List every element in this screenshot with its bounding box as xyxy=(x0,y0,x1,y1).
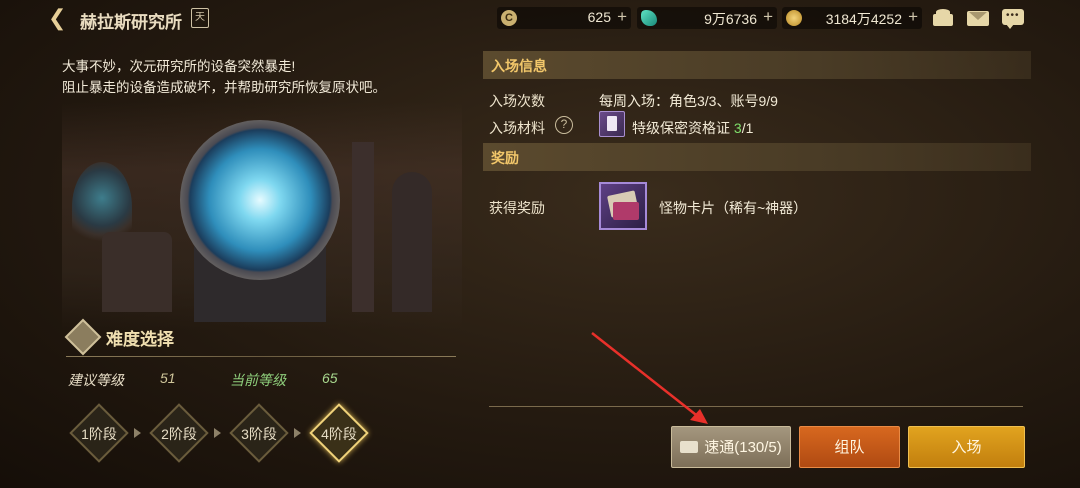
help-icon[interactable]: ? xyxy=(555,116,573,134)
material-need-count: /1 xyxy=(741,120,754,136)
add-coin-button[interactable]: + xyxy=(617,7,627,27)
currency-gem: 9万6736 + xyxy=(637,7,777,29)
stage-label: 1阶段 xyxy=(81,426,117,442)
team-button[interactable]: 组队 xyxy=(799,426,900,468)
reward-value: 怪物卡片（稀有~神器） xyxy=(659,200,808,216)
description-line-2: 阻止暴走的设备造成破坏，并帮助研究所恢复原状吧。 xyxy=(62,80,386,95)
ticket-icon xyxy=(680,441,699,453)
back-arrow-icon[interactable]: ❮ xyxy=(48,6,72,30)
recommended-level-label: 建议等级 xyxy=(68,372,124,388)
entry-info-header: 入场信息 xyxy=(483,51,1031,79)
description-line-1: 大事不妙，次元研究所的设备突然暴走! xyxy=(62,59,296,74)
difficulty-title: 难度选择 xyxy=(106,330,174,349)
add-gem-button[interactable]: + xyxy=(763,7,773,27)
divider xyxy=(489,406,1023,407)
stage-3-button[interactable]: 3阶段 xyxy=(228,402,290,464)
portal-icon xyxy=(180,120,340,280)
top-bar: ❮ 赫拉斯研究所 天 C 625 + 9万6736 + 3184万4252 + … xyxy=(0,0,1080,36)
divider xyxy=(66,356,456,357)
dungeon-description: 大事不妙，次元研究所的设备突然暴走! 阻止暴走的设备造成破坏，并帮助研究所恢复原… xyxy=(62,56,386,98)
entry-info-title: 入场信息 xyxy=(491,58,547,74)
art-tank xyxy=(102,232,172,312)
gift-box-icon[interactable] xyxy=(932,8,954,28)
currency-gold-value: 3184万4252 xyxy=(825,11,902,27)
art-tower xyxy=(352,142,374,312)
reward-label: 获得奖励 xyxy=(489,200,545,216)
quick-clear-label: 速通(130/5) xyxy=(704,439,782,456)
current-level-value: 65 xyxy=(322,370,338,386)
material-name: 特级保密资格证 xyxy=(632,120,730,136)
recommended-level-value: 51 xyxy=(160,370,176,386)
stage-4-button[interactable]: 4阶段 xyxy=(308,402,370,464)
reward-title: 奖励 xyxy=(491,150,519,166)
entry-count-value: 每周入场：角色3/3、账号9/9 xyxy=(599,93,778,109)
stage-label: 2阶段 xyxy=(161,426,197,442)
currency-coin-value: 625 xyxy=(587,9,611,25)
stage-2-button[interactable]: 2阶段 xyxy=(148,402,210,464)
currency-gem-value: 9万6736 xyxy=(704,11,757,27)
material-have-count: 3 xyxy=(733,120,742,136)
gold-icon xyxy=(786,10,802,26)
monster-card-icon[interactable] xyxy=(599,182,647,230)
dungeon-artwork xyxy=(62,102,462,330)
entry-material-label: 入场材料 xyxy=(489,120,545,136)
chevron-right-icon xyxy=(134,428,141,438)
gem-icon xyxy=(641,10,657,26)
page-title: 赫拉斯研究所 xyxy=(80,13,182,32)
currency-coin: C 625 + xyxy=(497,7,631,29)
art-tower-round xyxy=(392,172,432,312)
stage-label: 4阶段 xyxy=(321,426,357,442)
calendar-icon[interactable]: 天 xyxy=(191,8,209,28)
stage-label: 3阶段 xyxy=(241,426,277,442)
currency-gold: 3184万4252 + xyxy=(782,7,922,29)
add-gold-button[interactable]: + xyxy=(908,7,918,27)
entry-material-value: 特级保密资格证 3/1 xyxy=(632,118,753,138)
reward-header: 奖励 xyxy=(483,143,1031,171)
chevron-right-icon xyxy=(294,428,301,438)
stage-selector: 1阶段 2阶段 3阶段 4阶段 xyxy=(68,402,378,466)
quick-clear-button[interactable]: 速通(130/5) xyxy=(671,426,791,468)
entry-count-label: 入场次数 xyxy=(489,93,545,109)
chevron-right-icon xyxy=(214,428,221,438)
chat-icon[interactable]: ••• xyxy=(1002,8,1024,29)
security-pass-icon[interactable] xyxy=(599,111,625,137)
stage-1-button[interactable]: 1阶段 xyxy=(68,402,130,464)
enter-button[interactable]: 入场 xyxy=(908,426,1025,468)
current-level-label: 当前等级 xyxy=(230,372,286,388)
coin-c-icon: C xyxy=(501,10,517,26)
mail-icon[interactable] xyxy=(967,8,989,28)
